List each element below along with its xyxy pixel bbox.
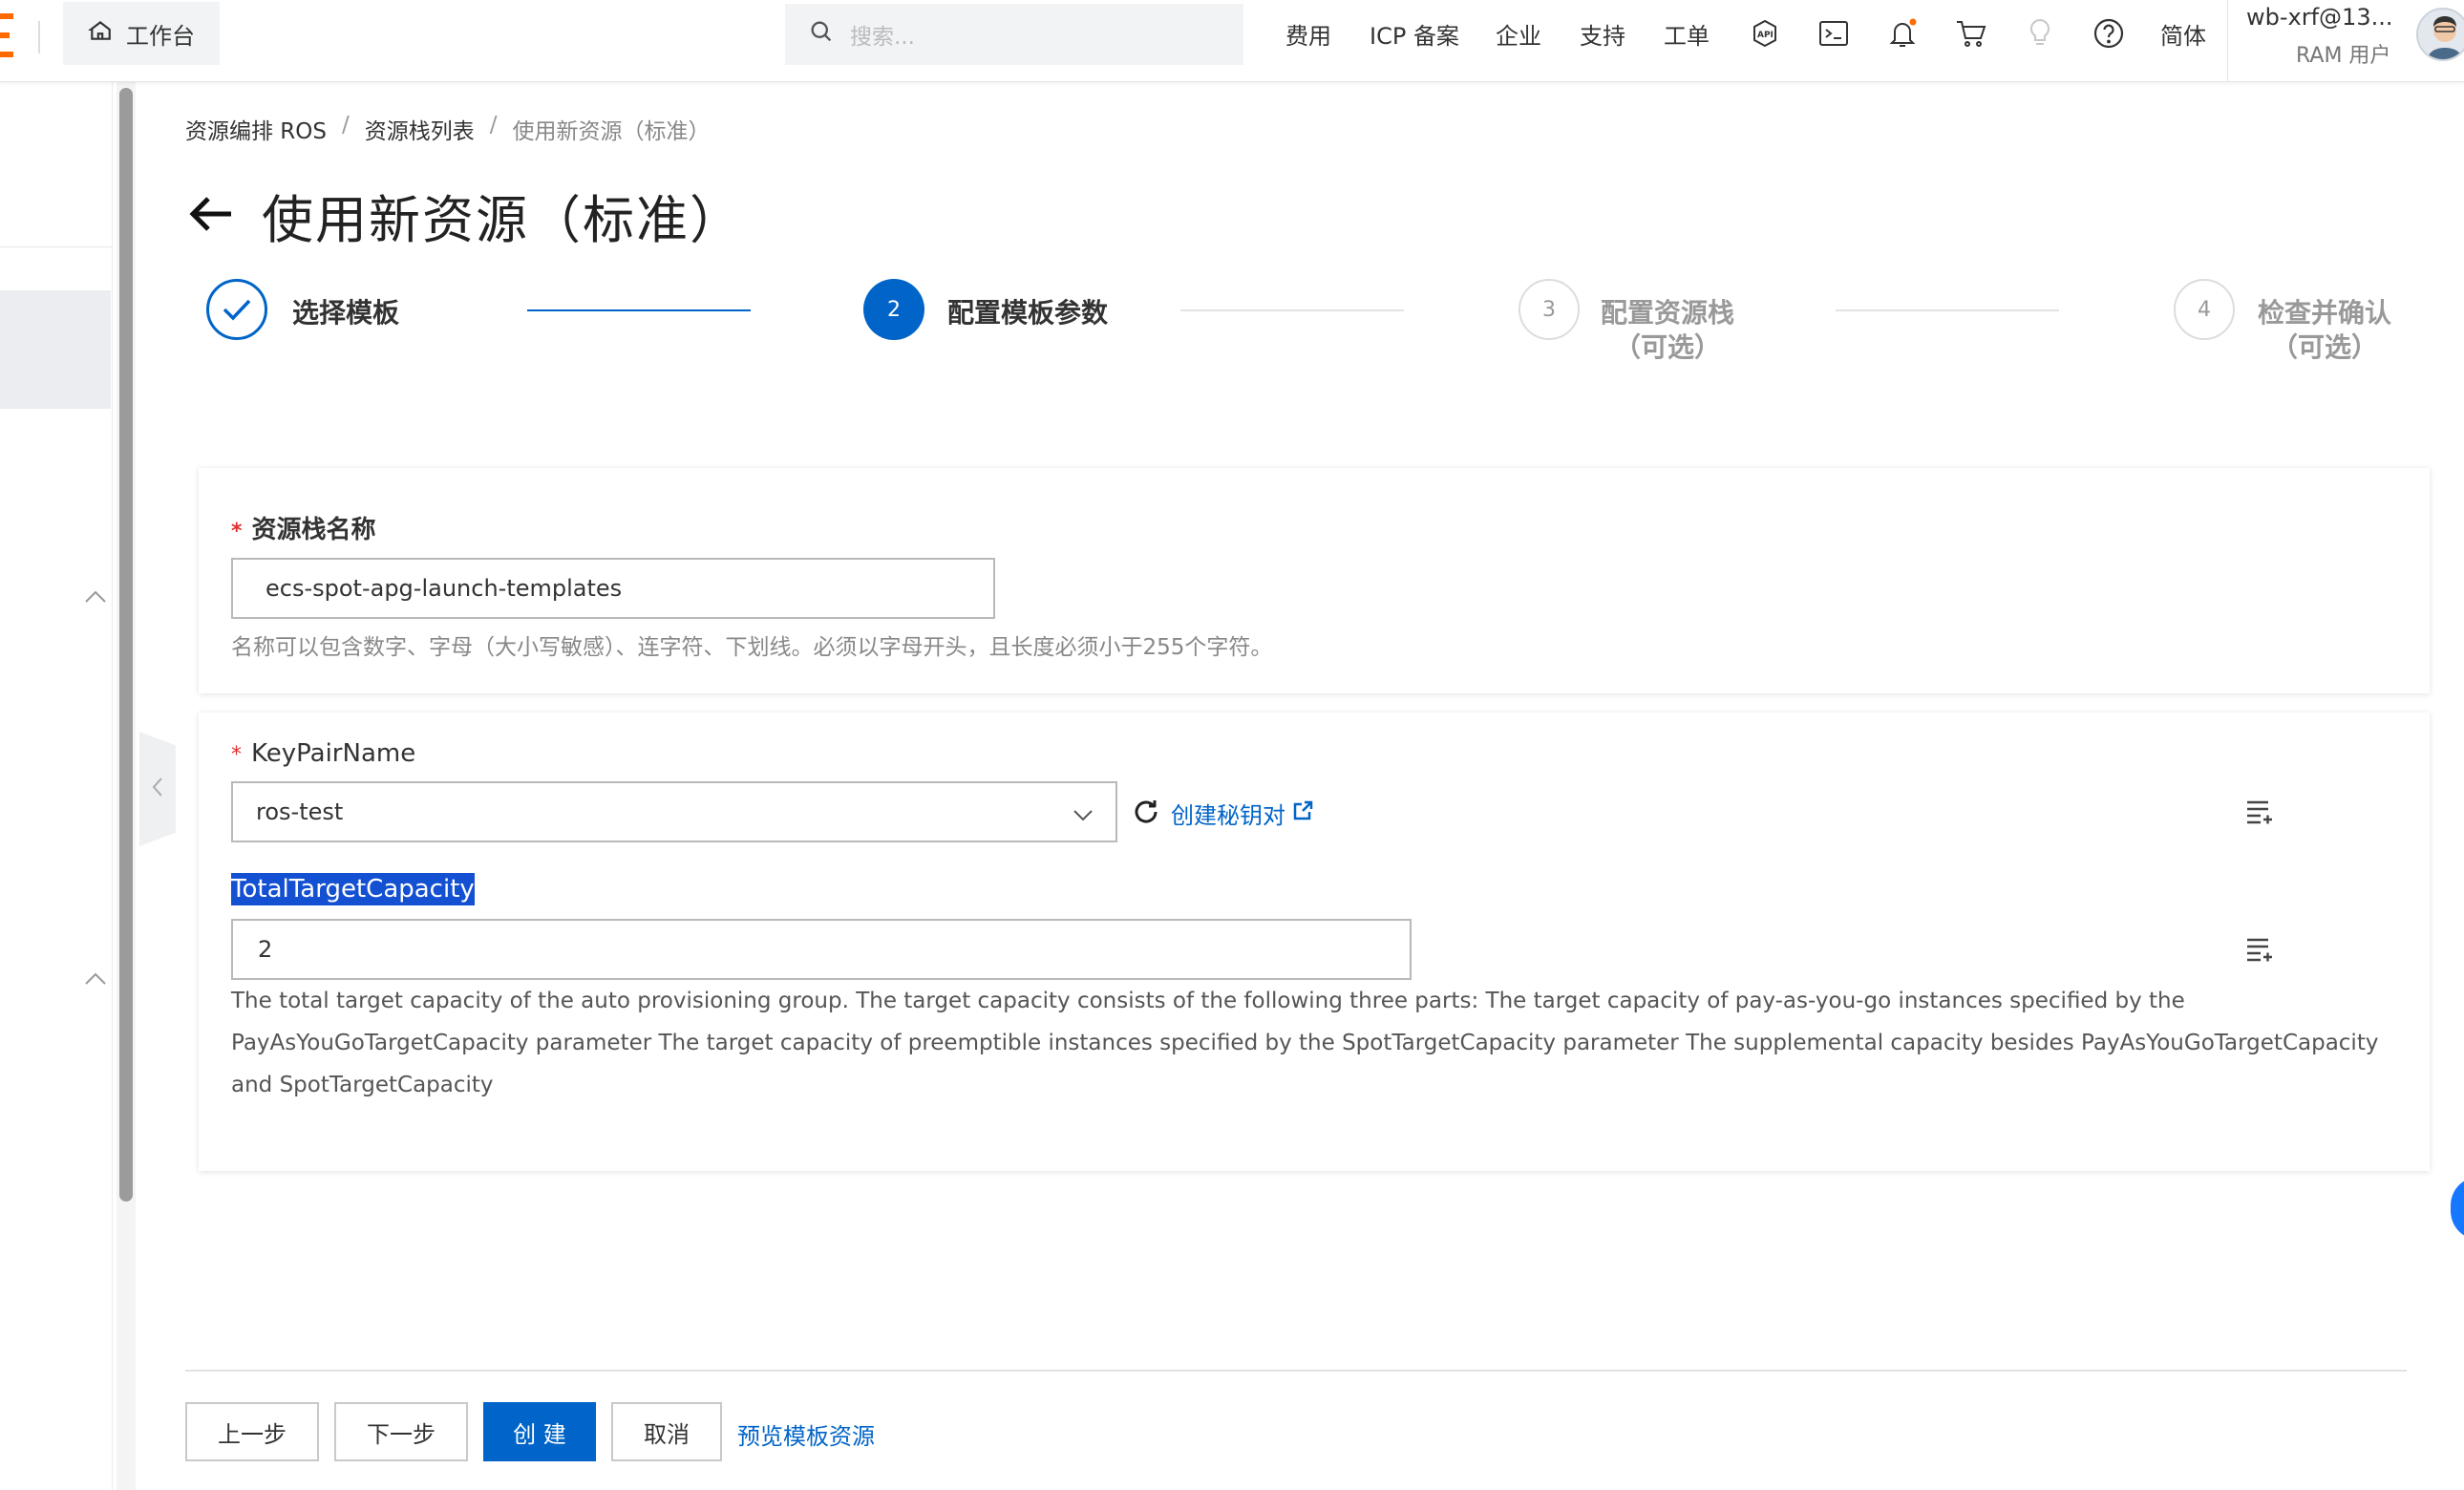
total-capacity-input[interactable]: 2 <box>231 919 1412 980</box>
step-2-label: 配置模板参数 <box>947 297 1109 329</box>
sidebar-item-active[interactable] <box>0 290 111 409</box>
top-navigation-bar: 工作台 搜索... 费用 ICP 备案 企业 支持 工单 API 简体 wb-x… <box>0 0 2464 82</box>
stack-name-card: * 资源栈名称 ecs-spot-apg-launch-templates 名称可… <box>199 468 2430 693</box>
workbench-label: 工作台 <box>126 22 195 50</box>
preview-template-link[interactable]: 预览模板资源 <box>737 1417 875 1451</box>
description-line: PayAsYouGoTargetCapacity parameter The t… <box>231 1031 2379 1055</box>
chevron-up-icon[interactable] <box>82 586 109 606</box>
step-3-title: 配置资源栈 <box>1601 297 1735 329</box>
language-switch[interactable]: 简体 <box>2160 0 2206 67</box>
step-4-number: 4 <box>2174 279 2235 340</box>
create-button[interactable]: 创 建 <box>483 1402 596 1461</box>
home-icon <box>88 18 126 49</box>
stack-name-label: * 资源栈名称 <box>231 516 376 544</box>
avatar[interactable] <box>2416 8 2464 61</box>
create-keypair-link[interactable]: 创建秘钥对 <box>1171 797 1314 830</box>
step-connector <box>527 309 751 311</box>
back-arrow-icon[interactable] <box>185 193 235 239</box>
next-step-button[interactable]: 下一步 <box>334 1402 468 1461</box>
total-capacity-description: The total target capacity of the auto pr… <box>231 980 2390 1106</box>
search-input[interactable]: 搜索... <box>785 4 1243 65</box>
step-connector <box>1836 309 2059 311</box>
cart-icon[interactable] <box>1954 16 1988 51</box>
chevron-left-icon <box>150 775 165 803</box>
terminal-icon[interactable] <box>1816 16 1851 51</box>
keypair-value: ros-test <box>256 798 344 825</box>
parameter-setting-icon[interactable] <box>2242 934 2275 967</box>
svg-text:API: API <box>1757 31 1774 40</box>
api-icon[interactable]: API <box>1748 16 1782 51</box>
stack-name-input[interactable]: ecs-spot-apg-launch-templates <box>231 558 995 619</box>
search-icon <box>808 18 850 51</box>
step-1-check-icon <box>206 279 267 340</box>
nav-enterprise[interactable]: 企业 <box>1496 0 1541 67</box>
step-4-label: 检查并确认 （可选） <box>2258 296 2391 365</box>
divider <box>0 246 113 247</box>
chevron-up-icon[interactable] <box>82 968 109 988</box>
keypair-select[interactable]: ros-test <box>231 781 1117 842</box>
step-3-number: 3 <box>1519 279 1580 340</box>
user-role: RAM 用户 <box>2296 44 2391 68</box>
divider <box>38 21 40 53</box>
step-4-subtitle: （可选） <box>2271 331 2379 363</box>
page-title: 使用新资源（标准） <box>262 190 743 250</box>
external-link-icon <box>1291 799 1314 828</box>
step-3-subtitle: （可选） <box>1614 331 1722 363</box>
prev-step-button[interactable]: 上一步 <box>185 1402 319 1461</box>
help-icon[interactable] <box>2092 16 2126 51</box>
total-capacity-label: TotalTargetCapacity <box>231 873 475 905</box>
page-header: 使用新资源（标准） <box>185 178 743 253</box>
cancel-button[interactable]: 取消 <box>611 1402 722 1461</box>
step-1-label: 选择模板 <box>292 297 400 329</box>
sidebar <box>0 82 113 1490</box>
search-placeholder: 搜索... <box>850 25 915 50</box>
nav-ticket[interactable]: 工单 <box>1664 0 1710 67</box>
parameter-setting-icon[interactable] <box>2242 797 2275 829</box>
keypair-label: * KeyPairName <box>231 739 416 768</box>
divider <box>185 1370 2407 1372</box>
lightbulb-icon[interactable] <box>2023 16 2057 51</box>
step-connector <box>1180 309 1404 311</box>
workbench-button[interactable]: 工作台 <box>63 2 220 65</box>
parameters-card: * KeyPairName ros-test 创建秘钥对 TotalTargetC… <box>199 713 2430 1171</box>
sidebar-collapse-toggle[interactable] <box>139 732 176 846</box>
step-4-title: 检查并确认 <box>2258 297 2392 329</box>
logo[interactable] <box>0 13 15 59</box>
breadcrumb-stack-list[interactable]: 资源栈列表 <box>365 113 475 145</box>
create-keypair-label: 创建秘钥对 <box>1171 802 1285 829</box>
description-line: and SpotTargetCapacity <box>231 1073 494 1097</box>
breadcrumb: 资源编排 ROS / 资源栈列表 / 使用新资源（标准） <box>185 113 711 145</box>
breadcrumb-current: 使用新资源（标准） <box>512 119 711 144</box>
required-marker: * <box>231 743 242 767</box>
scrollbar-thumb[interactable] <box>119 88 133 1202</box>
breadcrumb-separator: / <box>342 113 350 138</box>
step-2-number: 2 <box>863 279 924 340</box>
breadcrumb-separator: / <box>489 113 498 138</box>
description-line: The total target capacity of the auto pr… <box>231 989 2185 1013</box>
divider <box>2227 0 2228 82</box>
refresh-icon[interactable] <box>1131 797 1161 831</box>
required-marker: * <box>231 520 243 543</box>
step-3-label: 配置资源栈 （可选） <box>1601 296 1734 365</box>
assistant-float-button[interactable] <box>2451 1177 2464 1240</box>
stack-name-help: 名称可以包含数字、字母（大小写敏感）、连字符、下划线。必须以字母开头，且长度必须… <box>231 635 1273 660</box>
chevron-down-icon <box>1072 802 1094 829</box>
nav-support[interactable]: 支持 <box>1580 0 1625 67</box>
nav-icp[interactable]: ICP 备案 <box>1370 0 1459 67</box>
breadcrumb-ros[interactable]: 资源编排 ROS <box>185 113 327 145</box>
nav-billing[interactable]: 费用 <box>1285 0 1331 67</box>
user-name[interactable]: wb-xrf@13... <box>2246 4 2392 31</box>
bell-icon[interactable] <box>1885 16 1920 51</box>
